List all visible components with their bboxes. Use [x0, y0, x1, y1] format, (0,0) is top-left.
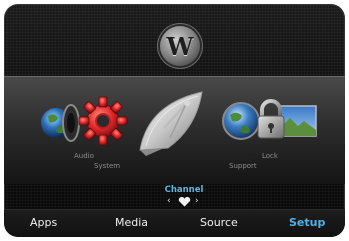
- chevron-left-icon[interactable]: ‹: [167, 195, 171, 207]
- gear-icon[interactable]: [76, 94, 130, 148]
- tab-source[interactable]: Source: [200, 216, 238, 229]
- tab-media[interactable]: Media: [115, 216, 148, 229]
- tab-setup[interactable]: Setup: [289, 216, 325, 229]
- brand-logo: W: [160, 26, 200, 66]
- label-audio: Audio: [74, 152, 94, 160]
- main-tab-bar: Apps Media Source Setup: [4, 209, 345, 237]
- label-lock: Lock: [262, 152, 278, 160]
- logo-letter: W: [166, 31, 194, 61]
- satellite-dish-icon[interactable]: [134, 86, 214, 158]
- heart-icon: [178, 197, 191, 207]
- tab-apps[interactable]: Apps: [30, 216, 57, 229]
- label-system: System: [94, 162, 121, 170]
- tv-menu-screen: W Audio System Support Lock Channel ‹ › …: [4, 4, 345, 237]
- carousel-nav: ‹ ›: [165, 195, 205, 207]
- padlock-icon[interactable]: [256, 98, 318, 144]
- label-support: Support: [229, 162, 257, 170]
- chevron-right-icon[interactable]: ›: [195, 195, 199, 207]
- focused-item-label: Channel: [164, 185, 204, 195]
